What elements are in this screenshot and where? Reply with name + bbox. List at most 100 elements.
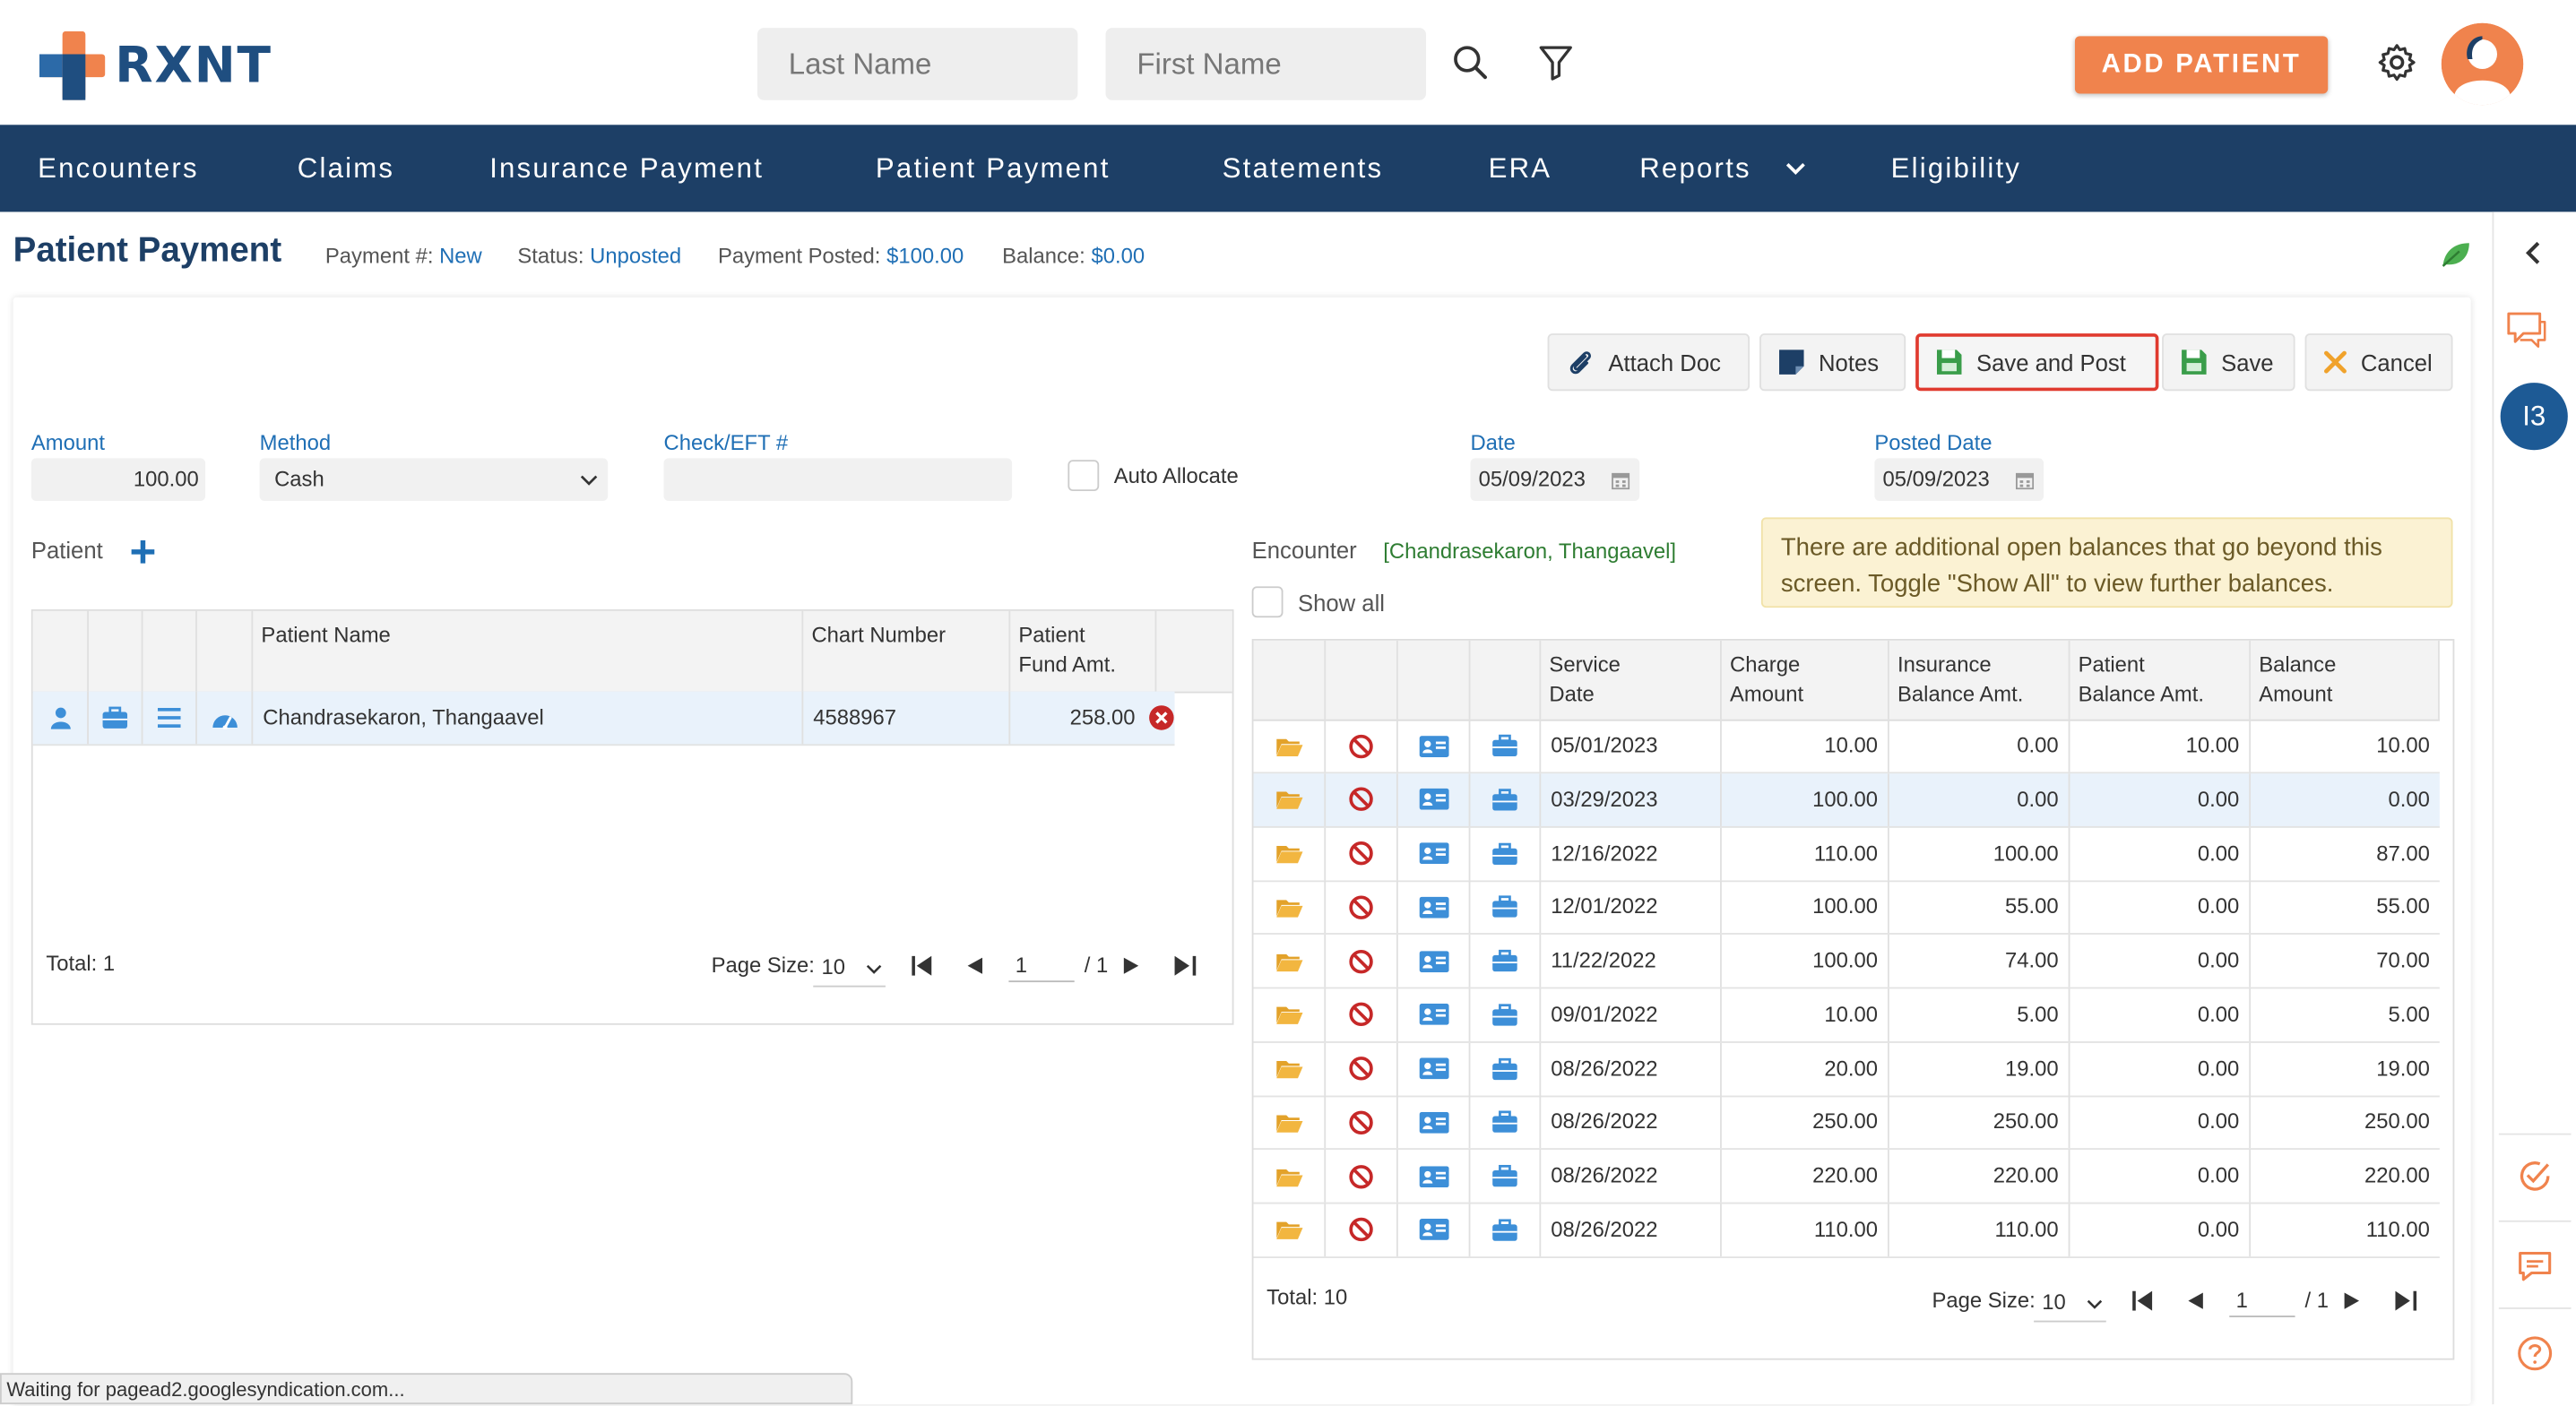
cancel-button[interactable]: Cancel	[2304, 333, 2453, 392]
id-card-icon[interactable]	[1398, 772, 1471, 826]
folder-icon[interactable]	[1254, 988, 1327, 1041]
method-select[interactable]: Cash	[259, 458, 609, 502]
folder-icon[interactable]	[1254, 1203, 1327, 1256]
encounter-page-size-select[interactable]: 10	[2034, 1282, 2106, 1323]
nav-statements[interactable]: Statements	[1223, 125, 1384, 211]
add-patient-button[interactable]: ADD PATIENT	[2074, 36, 2329, 94]
calendar-icon[interactable]	[2015, 471, 2035, 490]
briefcase-icon[interactable]	[1470, 1150, 1542, 1203]
id-card-icon[interactable]	[1398, 719, 1471, 772]
chat-icon[interactable]	[2503, 309, 2549, 352]
calendar-icon[interactable]	[1612, 471, 1630, 490]
encounter-page-input[interactable]: 1	[2229, 1284, 2295, 1317]
col-patient-balance[interactable]: Patient Balance Amt.	[2070, 640, 2252, 720]
first-page-icon[interactable]	[912, 955, 933, 976]
col-patient-name[interactable]: Patient Name	[253, 610, 804, 692]
briefcase-icon[interactable]	[1470, 1203, 1542, 1256]
prev-page-icon[interactable]	[966, 957, 983, 974]
folder-icon[interactable]	[1254, 719, 1327, 772]
gauge-icon[interactable]	[197, 691, 254, 745]
next-page-icon[interactable]	[1123, 957, 1140, 974]
next-page-icon[interactable]	[2344, 1292, 2361, 1309]
table-row[interactable]: 08/26/2022 220.00 220.00 0.00 220.00	[1253, 1150, 2440, 1204]
folder-icon[interactable]	[1254, 1150, 1327, 1203]
first-name-input[interactable]	[1105, 28, 1426, 100]
block-icon[interactable]	[1326, 988, 1398, 1041]
col-balance-amount[interactable]: Balance Amount	[2251, 640, 2440, 720]
save-button[interactable]: Save	[2162, 333, 2295, 392]
save-and-post-button[interactable]: Save and Post	[1915, 333, 2159, 392]
briefcase-icon[interactable]	[1470, 880, 1542, 934]
folder-icon[interactable]	[1254, 826, 1327, 880]
gear-icon[interactable]	[2375, 41, 2418, 84]
block-icon[interactable]	[1326, 880, 1398, 934]
table-row[interactable]: 12/01/2022 100.00 55.00 0.00 55.00	[1253, 880, 2440, 936]
id-card-icon[interactable]	[1398, 1203, 1471, 1256]
rxnt-logo[interactable]: RXNT	[39, 30, 272, 102]
attach-doc-button[interactable]: Attach Doc	[1547, 333, 1750, 392]
table-row[interactable]: 09/01/2022 10.00 5.00 0.00 5.00	[1253, 988, 2440, 1043]
col-charge-amount[interactable]: Charge Amount	[1722, 640, 1889, 720]
nav-patient-payment[interactable]: Patient Payment	[876, 125, 1111, 211]
id-card-icon[interactable]	[1398, 826, 1471, 880]
id-card-icon[interactable]	[1398, 880, 1471, 934]
table-row[interactable]: 05/01/2023 10.00 0.00 10.00 10.00	[1253, 719, 2440, 774]
nav-encounters[interactable]: Encounters	[38, 125, 199, 211]
briefcase-icon[interactable]	[1470, 988, 1542, 1041]
help-icon[interactable]	[2515, 1333, 2554, 1373]
check-circle-icon[interactable]	[2515, 1156, 2554, 1195]
person-icon[interactable]	[33, 691, 89, 745]
id-card-icon[interactable]	[1398, 1041, 1471, 1095]
col-chart-number[interactable]: Chart Number	[803, 610, 1011, 692]
block-icon[interactable]	[1326, 934, 1398, 988]
table-row[interactable]: 12/16/2022 110.00 100.00 0.00 87.00	[1253, 826, 2440, 882]
briefcase-icon[interactable]	[1470, 772, 1542, 826]
briefcase-icon[interactable]	[1470, 719, 1542, 772]
search-icon[interactable]	[1450, 43, 1490, 82]
folder-icon[interactable]	[1254, 1041, 1327, 1095]
folder-icon[interactable]	[1254, 934, 1327, 988]
col-service-date[interactable]: Service Date	[1541, 640, 1722, 720]
id-card-icon[interactable]	[1398, 1096, 1471, 1149]
table-row[interactable]: 08/26/2022 250.00 250.00 0.00 250.00	[1253, 1096, 2440, 1151]
remove-icon[interactable]	[1148, 704, 1174, 730]
table-row[interactable]: Chandrasekaron, Thangaavel 4588967 258.0…	[32, 691, 1175, 746]
nav-era[interactable]: ERA	[1489, 125, 1552, 211]
block-icon[interactable]	[1326, 719, 1398, 772]
briefcase-icon[interactable]	[1470, 826, 1542, 880]
message-icon[interactable]	[2515, 1246, 2554, 1286]
prev-page-icon[interactable]	[2187, 1292, 2203, 1309]
last-page-icon[interactable]	[1174, 955, 1197, 976]
briefcase-icon[interactable]	[1470, 934, 1542, 988]
last-page-icon[interactable]	[2395, 1290, 2417, 1311]
table-row[interactable]: 08/26/2022 20.00 19.00 0.00 19.00	[1253, 1041, 2440, 1097]
nav-eligibility[interactable]: Eligibility	[1891, 125, 2021, 211]
rail-badge[interactable]: I3	[2500, 383, 2568, 451]
auto-allocate-checkbox[interactable]	[1068, 460, 1100, 492]
folder-icon[interactable]	[1254, 880, 1327, 934]
chevron-left-icon[interactable]	[2522, 240, 2546, 266]
col-insurance-balance[interactable]: Insurance Balance Amt.	[1889, 640, 2070, 720]
posted-date-input[interactable]: 05/09/2023	[1874, 458, 2044, 502]
check-eft-input[interactable]	[663, 458, 1013, 502]
table-row[interactable]: 08/26/2022 110.00 110.00 0.00 110.00	[1253, 1203, 2440, 1258]
patient-page-input[interactable]: 1	[1008, 949, 1075, 983]
table-row[interactable]: 11/22/2022 100.00 74.00 0.00 70.00	[1253, 934, 2440, 989]
block-icon[interactable]	[1326, 1203, 1398, 1256]
id-card-icon[interactable]	[1398, 934, 1471, 988]
folder-icon[interactable]	[1254, 1096, 1327, 1149]
nav-reports[interactable]: Reports	[1639, 125, 1751, 211]
date-input[interactable]: 05/09/2023	[1470, 458, 1640, 502]
block-icon[interactable]	[1326, 772, 1398, 826]
avatar[interactable]	[2441, 22, 2524, 106]
block-icon[interactable]	[1326, 1041, 1398, 1095]
nav-claims[interactable]: Claims	[298, 125, 394, 211]
chevron-down-icon[interactable]	[1785, 158, 1808, 181]
id-card-icon[interactable]	[1398, 988, 1471, 1041]
block-icon[interactable]	[1326, 1096, 1398, 1149]
table-row[interactable]: 03/29/2023 100.00 0.00 0.00 0.00	[1253, 772, 2440, 828]
list-icon[interactable]	[143, 691, 197, 745]
briefcase-icon[interactable]	[1470, 1096, 1542, 1149]
block-icon[interactable]	[1326, 826, 1398, 880]
col-fund-amt[interactable]: Patient Fund Amt.	[1010, 610, 1157, 692]
